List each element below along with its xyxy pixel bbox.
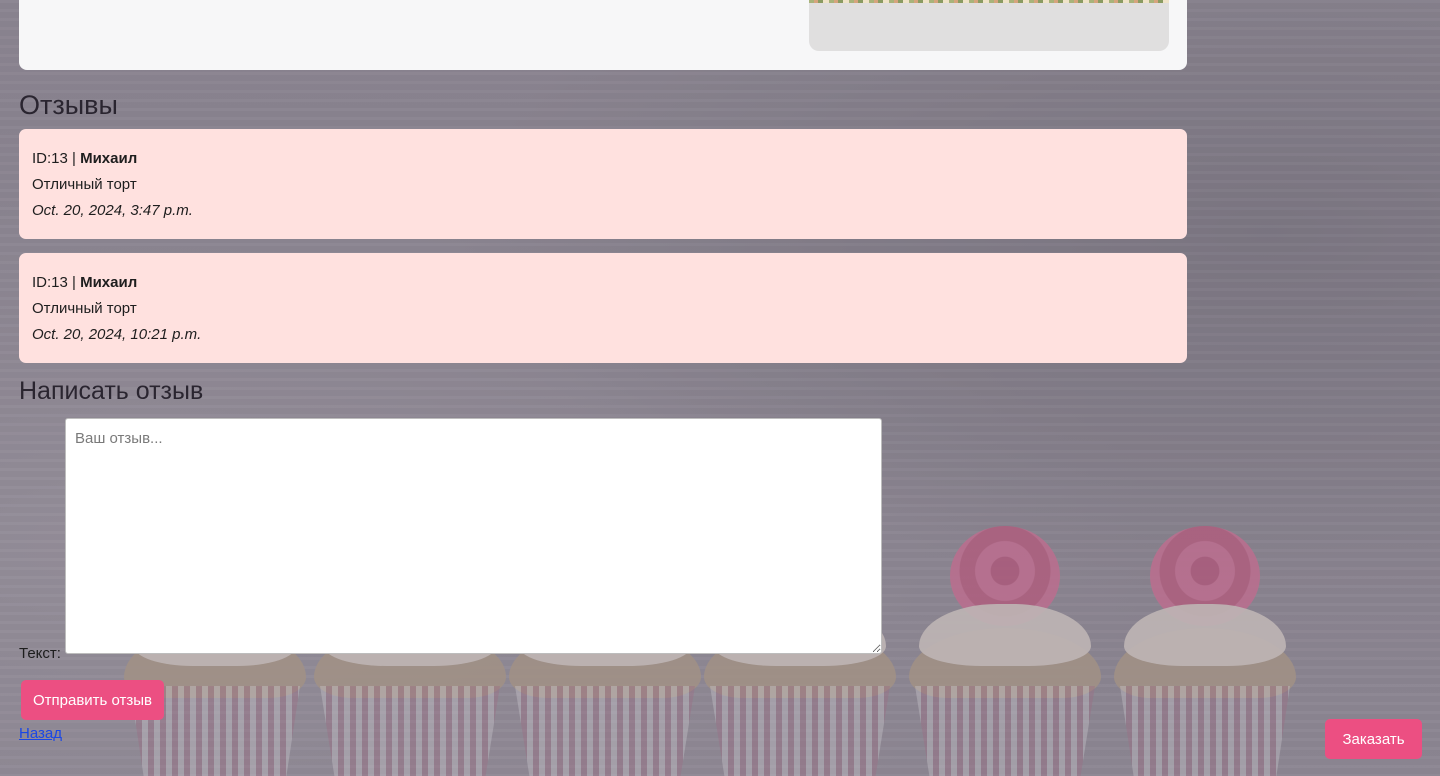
page-content: Отзывы ID:13 | Михаил Отличный торт Oct.…: [0, 0, 1440, 776]
review-id: ID:13 |: [32, 150, 76, 167]
order-button[interactable]: Заказать: [1325, 719, 1422, 759]
review-author: Михаил: [80, 150, 138, 167]
text-field-label: Текст:: [19, 645, 61, 662]
review-date: Oct. 20, 2024, 10:21 p.m.: [32, 326, 202, 343]
back-link[interactable]: Назад: [19, 725, 62, 742]
review-text-input[interactable]: [65, 418, 882, 654]
submit-review-button[interactable]: Отправить отзыв: [21, 680, 164, 720]
reviews-heading: Отзывы: [19, 90, 118, 120]
review-date: Oct. 20, 2024, 3:47 p.m.: [32, 202, 193, 219]
review-card: ID:13 | Михаил Отличный торт Oct. 20, 20…: [19, 129, 1187, 239]
write-review-heading: Написать отзыв: [19, 377, 204, 405]
product-card: [19, 0, 1187, 70]
review-meta: ID:13 | Михаил: [32, 274, 1174, 292]
review-text: Отличный торт: [32, 176, 137, 193]
review-meta: ID:13 | Михаил: [32, 150, 1174, 168]
review-text: Отличный торт: [32, 300, 137, 317]
review-author: Михаил: [80, 274, 138, 291]
review-id: ID:13 |: [32, 274, 76, 291]
review-card: ID:13 | Михаил Отличный торт Oct. 20, 20…: [19, 253, 1187, 363]
product-image: [809, 0, 1169, 51]
